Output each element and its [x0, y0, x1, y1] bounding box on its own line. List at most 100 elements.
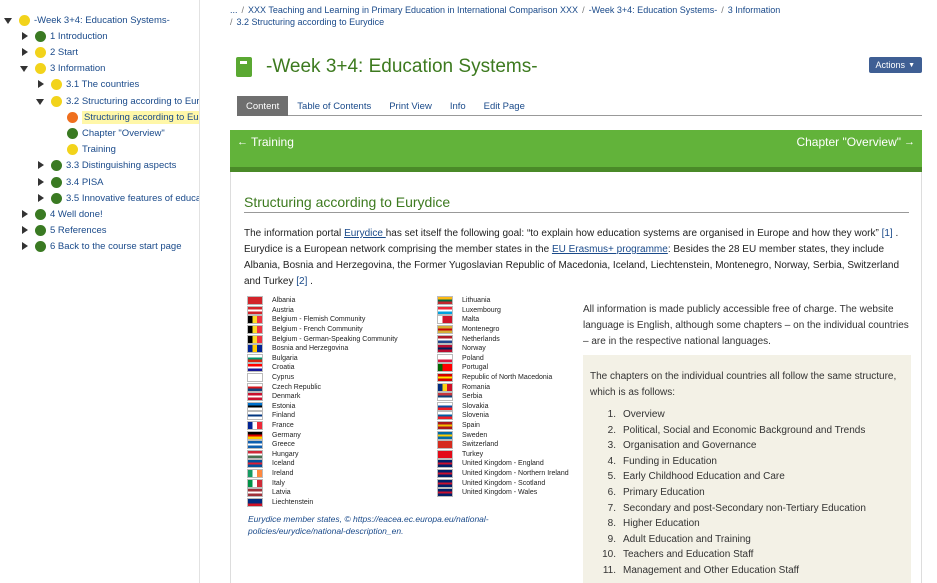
flag-icon — [247, 497, 263, 507]
sidebar-tree-item[interactable]: 6 Back to the course start page — [20, 238, 182, 254]
tab-print-view[interactable]: Print View — [380, 96, 441, 116]
tab-table-of-contents[interactable]: Table of Contents — [288, 96, 380, 116]
expand-icon[interactable] — [36, 79, 45, 89]
flag-icon — [247, 392, 263, 402]
expand-icon[interactable] — [20, 209, 29, 219]
collapse-icon[interactable] — [4, 16, 13, 25]
member-state-row: United Kingdom - Northern Ireland — [437, 468, 603, 479]
tab-info[interactable]: Info — [441, 96, 475, 116]
sidebar-item-label: 3.1 The countries — [66, 78, 140, 90]
status-dot-icon — [67, 127, 78, 139]
sidebar-tree-item[interactable]: 3.2 Structuring according to Eurydi — [36, 93, 200, 109]
chapter-number: 11. — [602, 564, 616, 576]
previous-page-label: Training — [251, 135, 294, 149]
chapter-number: 5. — [607, 471, 616, 483]
member-states-figure: Albania Austria Belgium - Flemish Communit… — [247, 296, 583, 507]
sidebar-tree-item[interactable]: 2 Start — [20, 44, 78, 60]
page-title: -Week 3+4: Education Systems- — [266, 56, 538, 77]
breadcrumb-item-course[interactable]: XXX Teaching and Learning in Primary Edu… — [248, 5, 578, 15]
erasmus-link[interactable]: EU Erasmus+ programme — [552, 244, 668, 255]
chapter-title: Political, Social and Economic Backgroun… — [623, 424, 866, 436]
member-state-name: United Kingdom - Scotland — [462, 479, 546, 487]
chapter-number: 3. — [607, 440, 616, 452]
flag-icon — [247, 411, 263, 421]
sidebar-tree-item[interactable]: 3 Information — [20, 60, 105, 76]
breadcrumb-root[interactable]: ... — [230, 5, 238, 15]
tab-content[interactable]: Content — [237, 96, 289, 116]
chapter-list-item: 9. Adult Education and Training — [590, 534, 905, 550]
expand-icon[interactable] — [20, 47, 29, 57]
status-dot-icon — [35, 208, 46, 220]
chapter-number: 6. — [607, 486, 616, 498]
chapter-list-item: 4. Funding in Education — [590, 456, 905, 472]
sidebar-item-label: 3.2 Structuring according to Eurydi — [66, 95, 200, 107]
collapse-icon[interactable] — [20, 64, 29, 73]
sidebar-tree-item[interactable]: 3.4 PISA — [36, 174, 104, 190]
breadcrumb-separator: / — [721, 5, 724, 15]
breadcrumb-item-week[interactable]: -Week 3+4: Education Systems- — [589, 5, 718, 15]
member-state-name: Poland — [462, 354, 484, 362]
member-state-row: Austria — [247, 305, 413, 316]
breadcrumb-item-current[interactable]: 3.2 Structuring according to Eurydice — [237, 17, 385, 27]
page-tabs: Content Table of Contents Print View Inf… — [237, 96, 922, 116]
sidebar-tree-item[interactable]: 3.1 The countries — [36, 76, 139, 92]
flag-icon — [247, 382, 263, 392]
actions-button[interactable]: Actions ▼ — [868, 57, 922, 73]
chapter-structure-box: The chapters on the individual countries… — [583, 355, 911, 583]
member-state-row: Poland — [437, 353, 603, 364]
chapter-list: 1. Overview 2. Political, Social and Econom… — [590, 409, 905, 581]
flag-icon — [437, 363, 453, 373]
member-state-name: Portugal — [462, 364, 489, 372]
flag-icon — [247, 305, 263, 315]
expand-icon[interactable] — [36, 193, 45, 203]
sidebar-item-label: 5 References — [50, 224, 107, 236]
chapter-title: Early Childhood Education and Care — [623, 471, 785, 483]
expand-icon[interactable] — [20, 241, 29, 251]
member-state-name: Malta — [462, 316, 480, 324]
member-state-name: Slovakia — [462, 402, 489, 410]
member-state-row: Turkey — [437, 449, 603, 460]
breadcrumb-item-information[interactable]: 3 Information — [728, 5, 781, 15]
expand-icon[interactable] — [36, 177, 45, 187]
member-state-name: Czech Republic — [272, 383, 322, 391]
expand-icon[interactable] — [20, 31, 29, 41]
access-paragraph: All information is made publicly accessi… — [583, 304, 909, 347]
member-state-row: Portugal — [437, 363, 603, 373]
sidebar-tree-item[interactable]: 3.5 Innovative features of educatio — [36, 190, 199, 206]
sidebar-item-label: 4 Well done! — [50, 208, 103, 220]
member-state-name: Bosnia and Herzegovina — [272, 345, 349, 353]
flag-icon — [247, 353, 263, 363]
flag-icon — [247, 421, 263, 431]
book-icon — [236, 57, 252, 77]
sidebar-tree-item[interactable]: Chapter "Overview" — [52, 125, 165, 141]
chapter-number: 7. — [607, 502, 616, 514]
footnote-ref-1[interactable]: [1] — [882, 228, 893, 239]
sidebar-tree-item[interactable]: 1 Introduction — [20, 28, 108, 44]
member-state-row: Denmark — [247, 392, 413, 402]
sidebar-item-label: 3.4 PISA — [66, 176, 104, 188]
sidebar-tree-item[interactable]: Structuring according to Euryd — [52, 109, 199, 125]
member-state-name: Germany — [272, 431, 301, 439]
member-state-name: Montenegro — [462, 326, 500, 334]
sidebar-tree-item[interactable]: 4 Well done! — [20, 206, 103, 222]
chevron-down-icon: ▼ — [908, 61, 915, 69]
sidebar-tree-item[interactable]: 3.3 Distinguishing aspects — [36, 157, 176, 173]
intro-text: has set itself the following goal: “to e… — [385, 228, 882, 239]
footnote-ref-2[interactable]: [2] — [296, 276, 307, 287]
sidebar-tree-item[interactable]: -Week 3+4: Education Systems- — [4, 12, 170, 28]
sidebar-tree-item[interactable]: Training — [52, 141, 116, 157]
member-state-row: Ireland — [247, 468, 413, 479]
expand-icon[interactable] — [20, 225, 29, 235]
member-state-name: Finland — [272, 412, 295, 420]
breadcrumb-separator: / — [241, 5, 245, 15]
sidebar-tree-item[interactable]: 5 References — [20, 222, 107, 238]
member-state-row: Belgium - Flemish Community — [247, 315, 413, 325]
next-page-link[interactable]: Chapter "Overview" → — [796, 135, 918, 149]
eurydice-link[interactable]: Eurydice — [344, 228, 386, 239]
member-state-row: Cyprus — [247, 373, 413, 383]
previous-page-link[interactable]: ← Training — [234, 135, 294, 149]
flag-icon — [437, 411, 453, 421]
collapse-icon[interactable] — [36, 97, 45, 106]
tab-edit-page[interactable]: Edit Page — [475, 96, 534, 116]
expand-icon[interactable] — [36, 160, 45, 170]
